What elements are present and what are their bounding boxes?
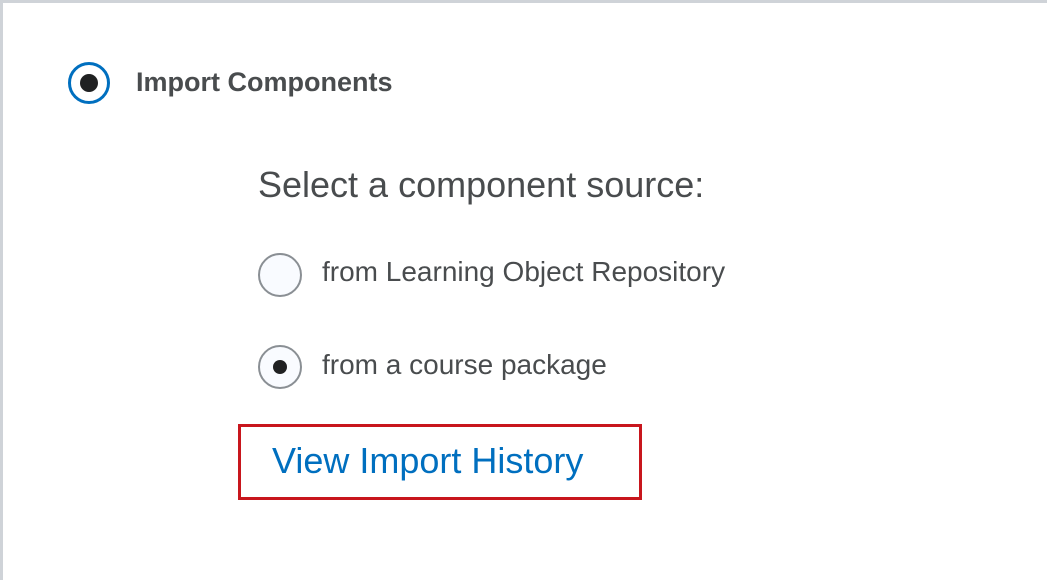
import-components-label[interactable]: Import Components bbox=[136, 64, 393, 100]
learning-object-repository-radio[interactable] bbox=[258, 253, 302, 297]
learning-object-repository-label[interactable]: from Learning Object Repository bbox=[322, 254, 725, 290]
view-import-history-link[interactable]: View Import History bbox=[272, 437, 583, 485]
import-components-radio[interactable] bbox=[68, 62, 110, 104]
radio-selected-dot bbox=[80, 74, 98, 92]
course-package-label[interactable]: from a course package bbox=[322, 347, 607, 383]
component-source-prompt: Select a component source: bbox=[258, 164, 705, 205]
panel-border-top bbox=[0, 0, 1047, 3]
panel-border-left bbox=[0, 0, 3, 580]
import-panel: Import Components Select a component sou… bbox=[0, 0, 1047, 580]
radio-selected-dot bbox=[273, 360, 287, 374]
course-package-radio[interactable] bbox=[258, 345, 302, 389]
